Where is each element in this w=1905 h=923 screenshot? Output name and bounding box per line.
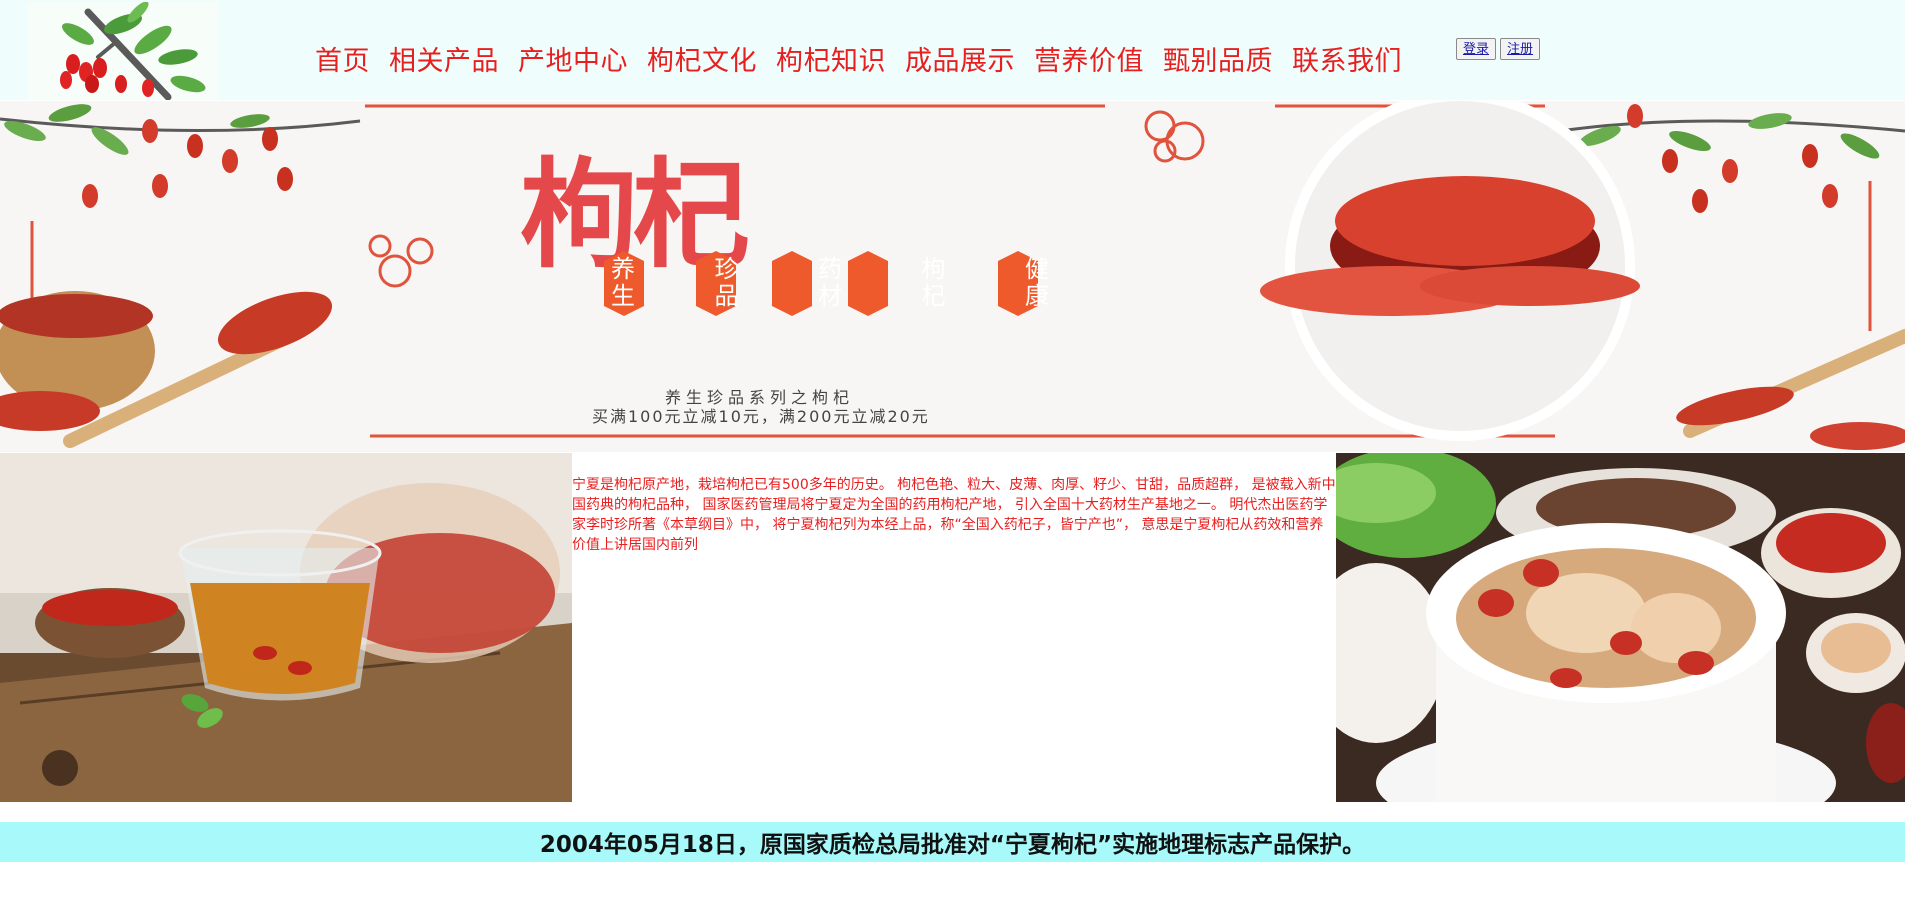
nav-item-nutrition[interactable]: 营养价值 bbox=[1034, 39, 1144, 78]
goji-tea-image bbox=[0, 453, 572, 802]
nav-item-culture[interactable]: 枸杞文化 bbox=[647, 39, 757, 78]
banner-tag-3: 药材 bbox=[818, 255, 842, 310]
register-button[interactable]: 注册 bbox=[1500, 38, 1541, 60]
nav-item-quality[interactable]: 甄别品质 bbox=[1163, 39, 1273, 78]
main-nav: 首页 相关产品 产地中心 枸杞文化 枸杞知识 成品展示 营养价值 甄别品质 联系… bbox=[315, 38, 1421, 78]
nav-item-showcase[interactable]: 成品展示 bbox=[905, 39, 1015, 78]
banner-tag-2: 珍品 bbox=[714, 255, 739, 310]
page-bottom bbox=[0, 862, 1905, 923]
auth-buttons: 登录 注册 bbox=[1456, 38, 1541, 60]
intro-paragraph: 宁夏是枸杞原产地，栽培枸杞已有500多年的历史。 枸杞色艳、粒大、皮薄、肉厚、籽… bbox=[572, 477, 1336, 553]
nav-item-knowledge[interactable]: 枸杞知识 bbox=[776, 39, 886, 78]
nav-item-contact[interactable]: 联系我们 bbox=[1292, 39, 1402, 78]
hero-banner[interactable]: 枸杞 枸杞 养生 珍品 bbox=[0, 101, 1905, 452]
goji-logo[interactable] bbox=[28, 2, 218, 100]
banner-tag-1: 养生 bbox=[611, 255, 635, 310]
goji-soup-image bbox=[1336, 453, 1905, 802]
nav-item-origin[interactable]: 产地中心 bbox=[518, 39, 628, 78]
site-header: 首页 相关产品 产地中心 枸杞文化 枸杞知识 成品展示 营养价值 甄别品质 联系… bbox=[0, 0, 1905, 100]
banner-promo: 买满100元立减10元，满200元立减20元 bbox=[592, 407, 930, 426]
notice-bar: 2004年05月18日，原国家质检总局批准对“宁夏枸杞”实施地理标志产品保护。 bbox=[0, 822, 1905, 862]
login-button[interactable]: 登录 bbox=[1456, 38, 1497, 60]
notice-text: 2004年05月18日，原国家质检总局批准对“宁夏枸杞”实施地理标志产品保护。 bbox=[539, 832, 1366, 858]
nav-item-home[interactable]: 首页 bbox=[315, 39, 370, 78]
banner-tag-5: 健康 bbox=[1025, 255, 1049, 310]
nav-item-products[interactable]: 相关产品 bbox=[389, 39, 499, 78]
banner-text-layer: 枸杞 养生 珍品 药材 枸杞 健康 养生珍品系列之枸杞 买满100元立减10元，… bbox=[0, 101, 1905, 452]
banner-tag-4: 枸杞 bbox=[921, 255, 946, 310]
